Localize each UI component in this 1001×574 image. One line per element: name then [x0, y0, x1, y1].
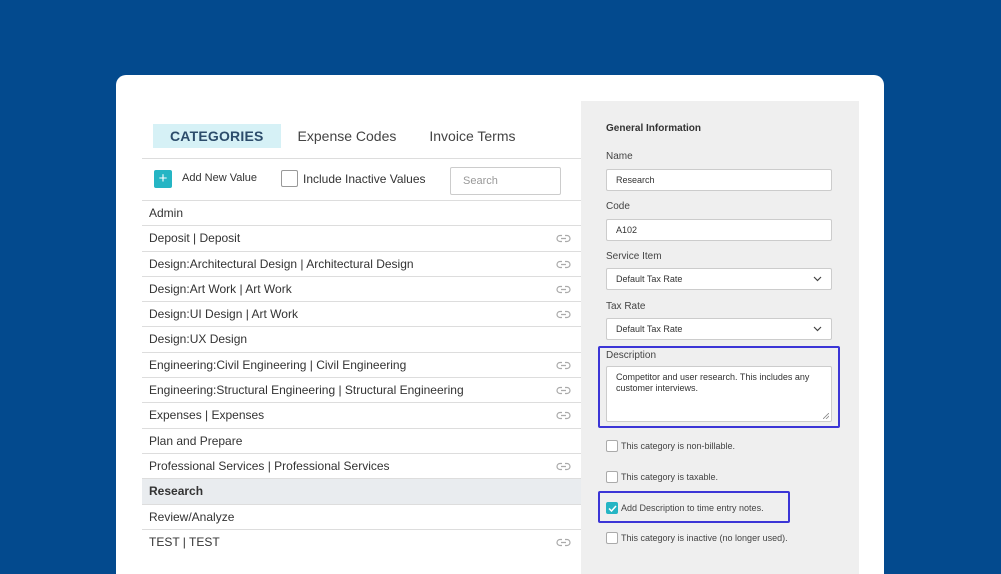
inactive-label: This category is inactive (no longer use… [621, 533, 788, 543]
category-label: Engineering:Structural Engineering | Str… [149, 383, 464, 398]
category-row[interactable]: Admin [142, 200, 581, 225]
category-row[interactable]: Review/Analyze [142, 503, 581, 529]
link-icon [556, 235, 571, 243]
non-billable-label: This category is non-billable. [621, 441, 736, 451]
chevron-down-icon [813, 276, 822, 282]
chevron-down-icon [813, 326, 822, 332]
add-description-label: Add Description to time entry notes. [621, 503, 764, 513]
name-field[interactable]: Research [606, 169, 832, 191]
taxable-label: This category is taxable. [621, 472, 719, 482]
plus-icon: + [158, 170, 168, 187]
service-item-label: Service Item [606, 251, 662, 262]
link-icon [556, 412, 571, 420]
tax-rate-select[interactable]: Default Tax Rate [606, 318, 832, 340]
category-label: Design:UI Design | Art Work [149, 307, 298, 322]
link-icon [556, 361, 571, 369]
category-row[interactable]: Engineering:Civil Engineering | Civil En… [142, 351, 581, 377]
category-label: Review/Analyze [149, 509, 235, 524]
add-new-value-button[interactable]: + [154, 170, 172, 188]
tab-expense-codes[interactable]: Expense Codes [298, 128, 397, 144]
tax-rate-label: Tax Rate [606, 301, 646, 312]
name-label: Name [606, 151, 633, 162]
section-title: General Information [606, 123, 702, 134]
search-input[interactable] [450, 167, 561, 195]
category-label: Professional Services | Professional Ser… [149, 458, 390, 473]
category-label: TEST | TEST [149, 534, 220, 549]
category-label: Plan and Prepare [149, 433, 243, 448]
taxable-option[interactable]: This category is taxable. [606, 471, 718, 483]
link-icon [556, 260, 571, 268]
category-list: Admin Deposit | Deposit Design:Architectur… [142, 200, 581, 554]
inactive-option[interactable]: This category is inactive (no longer use… [606, 532, 788, 544]
category-label: Design:UX Design [149, 332, 248, 347]
include-inactive-label[interactable]: Include Inactive Values [303, 172, 426, 186]
resize-handle-icon[interactable] [823, 413, 829, 419]
description-label: Description [606, 350, 657, 361]
description-text: Competitor and user research. This inclu… [616, 372, 810, 393]
settings-card: CATEGORIES Expense Codes Invoice Terms +… [116, 75, 884, 574]
description-textarea[interactable]: Competitor and user research. This inclu… [606, 366, 832, 422]
category-row[interactable]: Engineering:Structural Engineering | Str… [142, 377, 581, 402]
link-icon [556, 462, 571, 471]
include-inactive-checkbox[interactable] [281, 170, 298, 187]
category-row[interactable]: Professional Services | Professional Ser… [142, 452, 581, 478]
tax-rate-value: Default Tax Rate [616, 324, 683, 334]
category-label: Admin [149, 206, 184, 220]
link-icon [556, 285, 571, 293]
category-label: Expenses | Expenses [149, 408, 265, 423]
category-row[interactable]: Design:UX Design [142, 326, 581, 351]
non-billable-checkbox[interactable] [606, 440, 618, 452]
category-row[interactable]: Design:Art Work | Art Work [142, 275, 581, 301]
checkmark-icon [607, 504, 617, 512]
code-field[interactable]: A102 [606, 219, 832, 241]
category-row[interactable]: Design:Architectural Design | Architectu… [142, 250, 581, 276]
link-icon [556, 386, 571, 395]
non-billable-option[interactable]: This category is non-billable. [606, 440, 735, 452]
taxable-checkbox[interactable] [606, 471, 618, 483]
add-new-value-label[interactable]: Add New Value [182, 172, 257, 184]
tab-bar: CATEGORIES Expense Codes Invoice Terms [153, 124, 548, 148]
detail-panel: General Information Name Research Code A… [581, 101, 859, 574]
category-label: Research [149, 484, 204, 499]
tab-invoice-terms[interactable]: Invoice Terms [429, 128, 515, 144]
add-description-option[interactable]: Add Description to time entry notes. [606, 502, 764, 514]
category-row[interactable]: Design:UI Design | Art Work [142, 301, 581, 326]
category-row[interactable]: TEST | TEST [142, 528, 581, 554]
category-row[interactable]: Research [142, 478, 581, 504]
code-label: Code [606, 201, 630, 212]
service-item-value: Default Tax Rate [616, 274, 683, 284]
category-row[interactable]: Plan and Prepare [142, 427, 581, 453]
category-label: Engineering:Civil Engineering | Civil En… [149, 357, 407, 372]
add-description-checkbox[interactable] [606, 502, 618, 514]
category-row[interactable]: Deposit | Deposit [142, 225, 581, 250]
category-row[interactable]: Expenses | Expenses [142, 402, 581, 427]
service-item-select[interactable]: Default Tax Rate [606, 268, 832, 290]
category-label: Design:Architectural Design | Architectu… [149, 256, 414, 271]
tab-categories[interactable]: CATEGORIES [153, 124, 281, 148]
category-label: Deposit | Deposit [149, 231, 241, 246]
link-icon [556, 311, 571, 319]
list-toolbar: + Add New Value Include Inactive Values [142, 158, 581, 200]
categories-pane: CATEGORIES Expense Codes Invoice Terms +… [116, 75, 581, 574]
category-label: Design:Art Work | Art Work [149, 281, 292, 296]
inactive-checkbox[interactable] [606, 532, 618, 544]
link-icon [556, 538, 571, 546]
